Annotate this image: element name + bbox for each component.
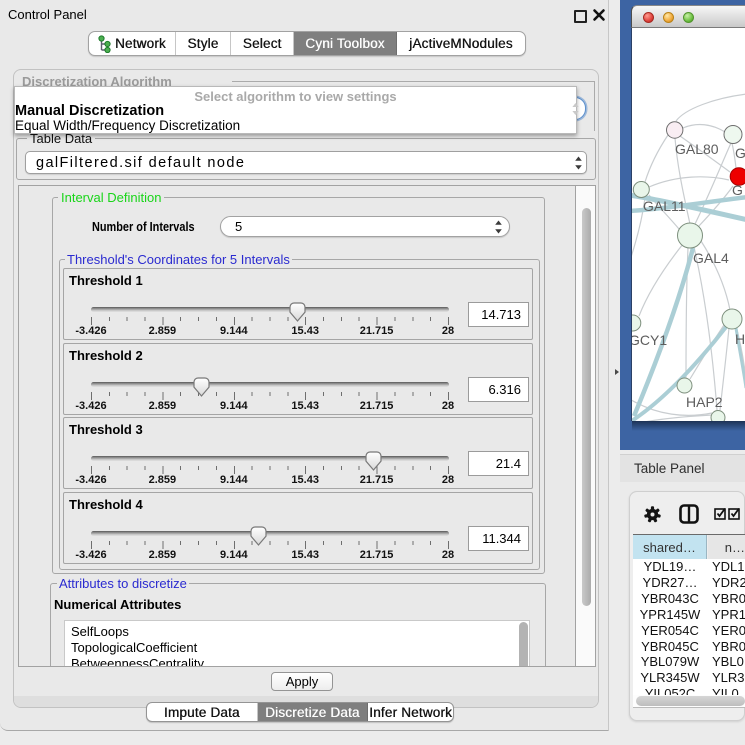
svg-text:G: G — [732, 182, 743, 198]
svg-text:GAL11: GAL11 — [643, 198, 686, 214]
svg-text:GA: GA — [735, 145, 745, 161]
svg-text:GAL80: GAL80 — [675, 141, 719, 157]
svg-text:HAP2: HAP2 — [686, 394, 723, 410]
svg-text:GAL4: GAL4 — [693, 250, 729, 266]
svg-text:GCY1: GCY1 — [632, 332, 667, 348]
svg-text:H: H — [735, 331, 745, 347]
